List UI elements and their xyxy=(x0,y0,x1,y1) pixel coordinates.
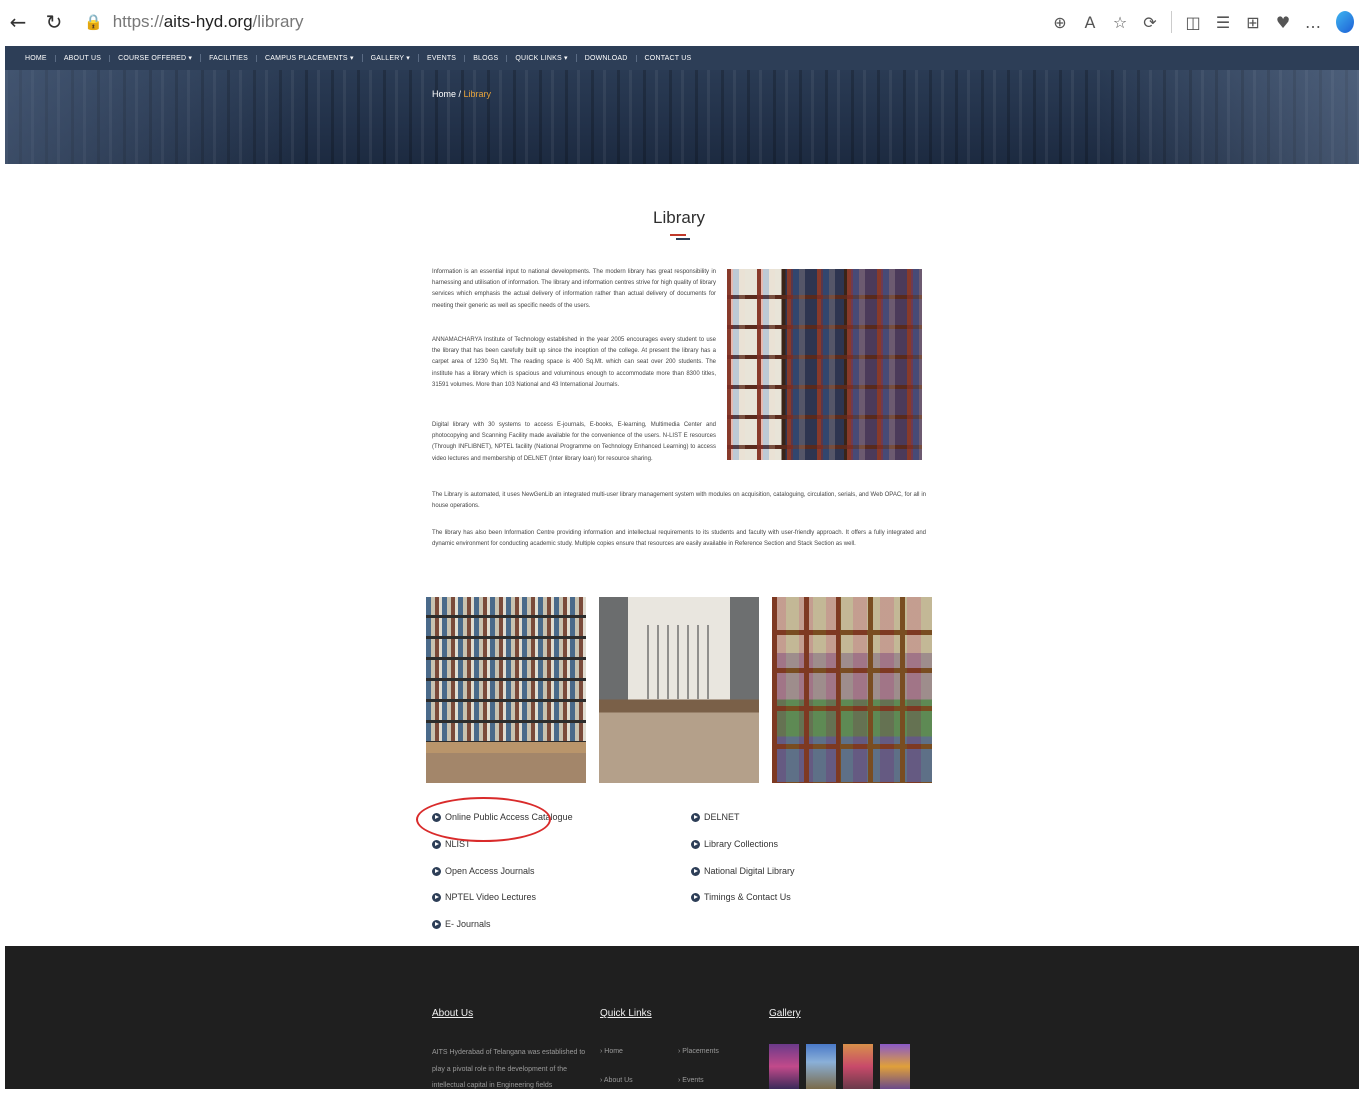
title-underline-blue xyxy=(676,238,690,240)
arrow-circle-icon xyxy=(432,892,441,902)
more-icon[interactable]: … xyxy=(1298,13,1328,32)
zoom-icon[interactable]: ⊕ xyxy=(1045,13,1075,32)
breadcrumb-current: Library xyxy=(463,89,492,99)
footer-quick-links-heading[interactable]: Quick Links xyxy=(600,1008,652,1019)
nav-home[interactable]: HOME xyxy=(17,54,56,62)
nav-quick-links[interactable]: QUICK LINKS ▾ xyxy=(507,54,577,62)
footer-link-placements[interactable]: › Placements xyxy=(678,1048,719,1055)
gallery-thumbnail[interactable] xyxy=(880,1044,910,1089)
arrow-circle-icon xyxy=(691,839,700,849)
nav-about-us[interactable]: ABOUT US xyxy=(56,54,111,62)
footer-gallery-heading[interactable]: Gallery xyxy=(769,1008,801,1019)
split-screen-icon[interactable]: ◫ xyxy=(1178,13,1208,32)
automation-paragraph: The Library is automated, it uses NewGen… xyxy=(432,492,926,510)
main-navigation: HOME ABOUT US COURSE OFFERED ▾ FACILITIE… xyxy=(5,46,1359,70)
gallery-thumbnail[interactable] xyxy=(769,1044,799,1089)
digital-library-paragraph: Digital library with 30 systems to acces… xyxy=(432,422,716,462)
library-shelves-photo xyxy=(727,269,922,460)
arrow-circle-icon xyxy=(432,839,441,849)
gallery-photo-bookshelves xyxy=(426,597,586,783)
link-delnet[interactable]: DELNET xyxy=(691,812,740,822)
footer-about-line-3: intellectual capital in Engineering fiel… xyxy=(432,1082,553,1089)
gallery-thumbnail[interactable] xyxy=(843,1044,873,1089)
back-icon[interactable]: ← xyxy=(0,10,36,34)
arrow-circle-icon xyxy=(432,919,441,929)
link-nptel-video-lectures[interactable]: NPTEL Video Lectures xyxy=(432,892,536,902)
nav-facilities[interactable]: FACILITIES xyxy=(201,54,258,62)
arrow-circle-icon xyxy=(691,892,700,902)
url-text[interactable]: https://aits-hyd.org/library xyxy=(113,12,304,32)
nav-blogs[interactable]: BLOGS xyxy=(465,54,508,62)
link-open-access-journals[interactable]: Open Access Journals xyxy=(432,866,535,876)
arrow-circle-icon xyxy=(432,866,441,876)
footer-link-home[interactable]: › Home xyxy=(600,1048,623,1055)
copilot-icon[interactable] xyxy=(1336,11,1354,33)
nav-campus-placements[interactable]: CAMPUS PLACEMENTS ▾ xyxy=(257,54,363,62)
favorite-icon[interactable]: ☆ xyxy=(1105,13,1135,32)
gallery-photo-journal-rack xyxy=(772,597,932,783)
breadcrumb: Home / Library xyxy=(432,89,491,99)
information-centre-paragraph: The library has also been Information Ce… xyxy=(432,530,926,548)
link-timings-contact-us[interactable]: Timings & Contact Us xyxy=(691,892,791,902)
page-title: Library xyxy=(653,208,705,227)
footer-link-about-us[interactable]: › About Us xyxy=(600,1077,633,1084)
intro-paragraph: Information is an essential input to nat… xyxy=(432,269,716,309)
arrow-circle-icon xyxy=(691,866,700,876)
refresh-icon[interactable]: ↻ xyxy=(36,10,72,34)
breadcrumb-separator: / xyxy=(456,89,464,99)
institute-paragraph: ANNAMACHARYA Institute of Technology est… xyxy=(432,337,716,388)
toolbar-divider xyxy=(1171,11,1172,33)
highlight-annotation xyxy=(416,797,551,842)
gallery-photo-reading-hall xyxy=(599,597,759,783)
arrow-circle-icon xyxy=(691,812,700,822)
title-underline-red xyxy=(670,234,686,236)
health-icon[interactable]: ♥ xyxy=(1268,13,1298,32)
nav-contact-us[interactable]: CONTACT US xyxy=(637,55,700,62)
link-e-journals[interactable]: E- Journals xyxy=(432,919,491,929)
browser-actions: ⊕ A ☆ ⟳ ◫ ☰ ⊞ ♥ … xyxy=(1045,0,1354,44)
extensions-icon[interactable]: ⟳ xyxy=(1135,13,1165,32)
collections-icon[interactable]: ⊞ xyxy=(1238,13,1268,32)
breadcrumb-home[interactable]: Home xyxy=(432,89,456,99)
footer-about-line-1: AITS Hyderabad of Telangana was establis… xyxy=(432,1049,586,1056)
address-bar[interactable]: 🔒 https://aits-hyd.org/library xyxy=(84,12,304,32)
link-library-collections[interactable]: Library Collections xyxy=(691,839,778,849)
nav-course-offered[interactable]: COURSE OFFERED ▾ xyxy=(110,54,202,62)
lock-icon[interactable]: 🔒 xyxy=(84,13,103,31)
nav-events[interactable]: EVENTS xyxy=(419,54,466,62)
nav-gallery[interactable]: GALLERY ▾ xyxy=(363,54,419,62)
favorites-icon[interactable]: ☰ xyxy=(1208,13,1238,32)
nav-download[interactable]: DOWNLOAD xyxy=(577,54,637,62)
gallery-thumbnail[interactable] xyxy=(806,1044,836,1089)
read-aloud-icon[interactable]: A xyxy=(1075,13,1105,32)
hero-banner-image xyxy=(5,70,1359,164)
footer-link-events[interactable]: › Events xyxy=(678,1077,704,1084)
footer-about-line-2: play a pivotal role in the development o… xyxy=(432,1066,568,1073)
site-footer xyxy=(5,946,1359,1089)
footer-about-heading[interactable]: About Us xyxy=(432,1008,473,1019)
link-national-digital-library[interactable]: National Digital Library xyxy=(691,866,795,876)
browser-toolbar: ← ↻ 🔒 https://aits-hyd.org/library ⊕ A ☆… xyxy=(0,0,1362,44)
